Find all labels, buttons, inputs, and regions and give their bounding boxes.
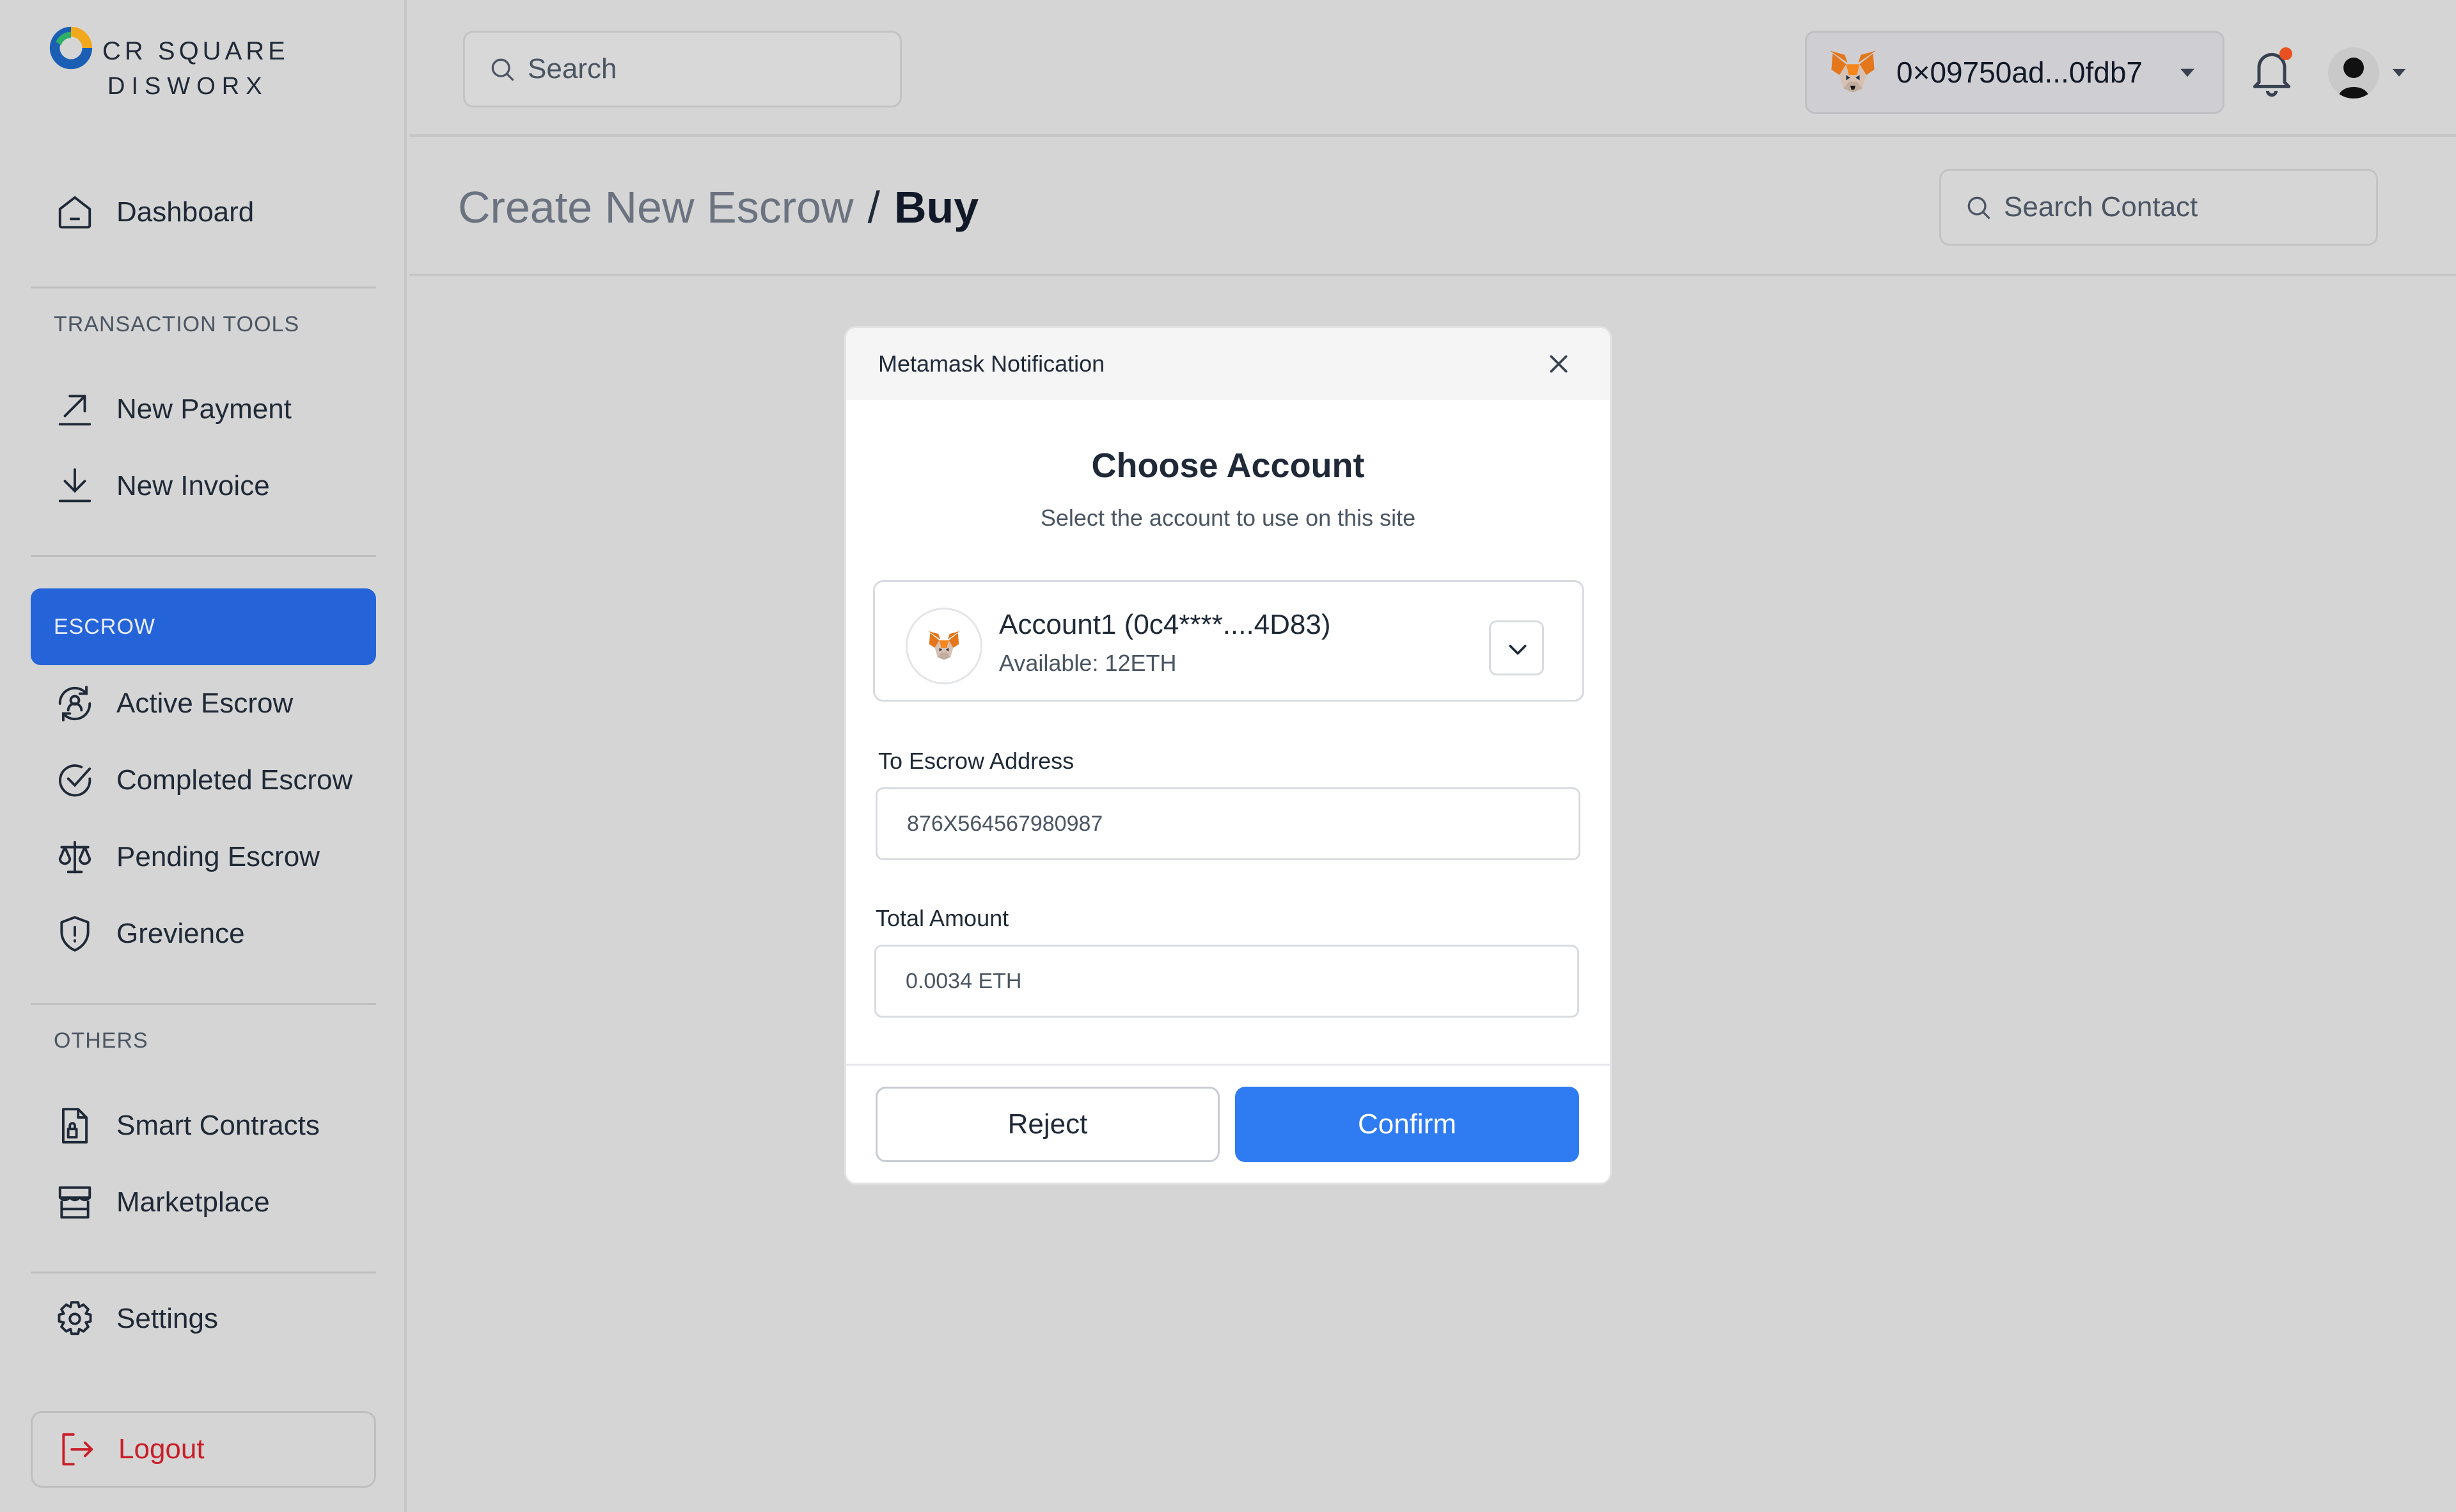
chevron-down-icon [1509, 645, 1527, 655]
escrow-address-label: To Escrow Address [878, 748, 1074, 774]
notification-dot [2279, 47, 2292, 60]
sidebar-item-label: Active Escrow [116, 688, 294, 719]
top-bar: Search 0×09750ad...0fdb7 [409, 0, 2456, 137]
escrow-address-field[interactable] [876, 787, 1580, 860]
escrow-cycle-icon [58, 686, 91, 721]
breadcrumb-current: Buy [893, 182, 979, 232]
modal-header: Metamask Notification [846, 328, 1610, 400]
section-label-transaction: TRANSACTION TOOLS [54, 312, 300, 336]
sidebar-item-label: New Invoice [116, 470, 270, 501]
search-icon [491, 58, 514, 81]
confirm-button[interactable]: Confirm [1235, 1087, 1579, 1162]
modal-title: Choose Account [1091, 446, 1365, 485]
brand-line1: CR SQUARE [102, 37, 289, 65]
metamask-fox-icon [928, 631, 960, 660]
modal-header-title: Metamask Notification [878, 350, 1105, 377]
logout-button[interactable]: Logout [31, 1411, 376, 1488]
sidebar-item-label: Completed Escrow [116, 764, 353, 796]
caret-down-icon[interactable] [2388, 61, 2410, 83]
logout-label: Logout [118, 1433, 205, 1465]
wallet-selector[interactable]: 0×09750ad...0fdb7 [1805, 31, 2224, 114]
sidebar-divider [31, 1272, 376, 1273]
avatar[interactable] [2328, 47, 2379, 98]
sidebar-item-label: Pending Escrow [116, 841, 320, 872]
caret-down-icon [2180, 68, 2194, 77]
sidebar-item-active-escrow[interactable]: Active Escrow [31, 672, 376, 736]
page-header: Create New Escrow / Buy Search Contact [409, 137, 2456, 276]
account-avatar [906, 608, 982, 684]
sidebar-item-dashboard[interactable]: Dashboard [31, 180, 376, 244]
sidebar-item-label: Smart Contracts [116, 1110, 320, 1141]
search-placeholder: Search [528, 53, 617, 84]
sidebar-divider [31, 1003, 376, 1005]
sidebar-divider [31, 287, 376, 288]
wallet-address: 0×09750ad...0fdb7 [1896, 56, 2143, 89]
home-icon [58, 196, 91, 229]
sidebar-item-label: Grevience [116, 918, 245, 949]
store-icon [58, 1186, 91, 1219]
contract-icon [61, 1108, 88, 1144]
sidebar-item-label: Settings [116, 1303, 218, 1334]
sidebar-item-marketplace[interactable]: Marketplace [31, 1170, 376, 1234]
total-amount-field[interactable] [874, 945, 1579, 1018]
search-contact-placeholder: Search Contact [2004, 191, 2198, 223]
modal-subtitle: Select the account to use on this site [1040, 505, 1416, 531]
sidebar-divider [31, 555, 376, 557]
check-circle-icon [58, 764, 91, 797]
arrow-up-right-icon [58, 395, 91, 426]
sidebar-item-completed-escrow[interactable]: Completed Escrow [31, 748, 376, 812]
breadcrumb-separator: / [867, 182, 880, 232]
account-selector[interactable]: Account1 (0c4****....4D83) Available: 12… [873, 580, 1584, 702]
search-input[interactable]: Search [463, 31, 902, 107]
sidebar-item-pending-escrow[interactable]: Pending Escrow [31, 825, 376, 889]
sidebar-item-new-invoice[interactable]: New Invoice [31, 454, 376, 518]
sidebar-item-label: Marketplace [116, 1186, 270, 1218]
metamask-modal: Metamask Notification Choose Account Sel… [844, 326, 1612, 1185]
sidebar: CR SQUARE DISWORX Dashboard TRANSACTION … [0, 0, 407, 1512]
brand-line2: DISWORX [107, 73, 269, 100]
total-amount-label: Total Amount [876, 905, 1009, 931]
brand-mark-icon [49, 26, 93, 70]
metamask-fox-icon [1830, 51, 1876, 93]
download-icon [58, 468, 91, 503]
modal-footer-divider [846, 1064, 1610, 1066]
sidebar-item-new-payment[interactable]: New Payment [31, 377, 376, 441]
reject-button[interactable]: Reject [876, 1087, 1220, 1162]
sidebar-item-grevience[interactable]: Grevience [31, 902, 376, 966]
section-label-escrow[interactable]: ESCROW [31, 588, 376, 665]
gear-icon [58, 1301, 92, 1335]
breadcrumb-parent[interactable]: Create New Escrow [458, 182, 854, 232]
logout-icon [62, 1433, 93, 1466]
shield-alert-icon [60, 916, 90, 952]
account-dropdown-button[interactable] [1489, 620, 1544, 675]
search-icon [1967, 196, 1990, 219]
account-balance: Available: 12ETH [999, 650, 1177, 676]
search-contact-input[interactable]: Search Contact [1939, 169, 2378, 246]
sidebar-item-smart-contracts[interactable]: Smart Contracts [31, 1094, 376, 1158]
section-label-others: OTHERS [54, 1028, 148, 1053]
scale-icon [58, 840, 91, 874]
breadcrumb: Create New Escrow / Buy [458, 182, 979, 233]
user-avatar-icon [2338, 58, 2369, 98]
sidebar-item-label: Dashboard [116, 196, 255, 228]
account-name: Account1 (0c4****....4D83) [999, 609, 1331, 640]
sidebar-item-settings[interactable]: Settings [31, 1287, 376, 1351]
sidebar-item-label: New Payment [116, 393, 292, 425]
brand-logo[interactable]: CR SQUARE DISWORX [46, 19, 285, 109]
close-icon[interactable] [1546, 351, 1571, 377]
